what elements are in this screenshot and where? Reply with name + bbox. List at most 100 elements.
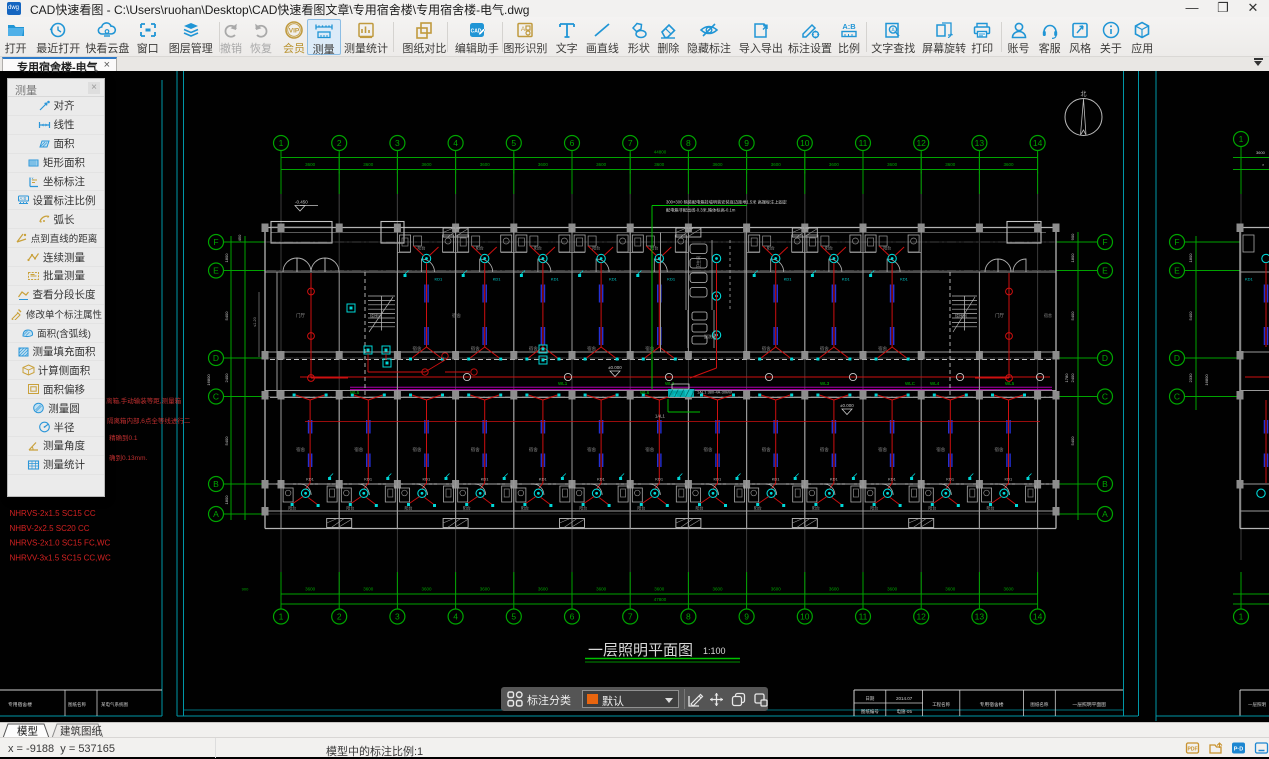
svg-text:3: 3 bbox=[395, 138, 400, 148]
svg-text:-0.450: -0.450 bbox=[295, 200, 308, 205]
svg-text:11: 11 bbox=[859, 138, 868, 148]
svg-text:7: 7 bbox=[628, 138, 633, 148]
svg-text:8: 8 bbox=[686, 138, 691, 148]
svg-text:5: 5 bbox=[511, 138, 516, 148]
svg-text:4: 4 bbox=[453, 138, 458, 148]
svg-text:VIP: VIP bbox=[289, 28, 300, 35]
svg-text:P·D: P·D bbox=[1234, 747, 1244, 753]
svg-text:1: 1 bbox=[279, 612, 284, 622]
svg-text:300×300 暗装配电箱挂墙明装安装底边距地1.5米 高端: 300×300 暗装配电箱挂墙明装安装底边距地1.5米 高端标注上固定 bbox=[666, 199, 787, 206]
svg-text:F: F bbox=[1174, 237, 1179, 247]
svg-text:3600: 3600 bbox=[596, 162, 607, 167]
svg-text:16800: 16800 bbox=[1204, 374, 1209, 386]
svg-text:3600: 3600 bbox=[1003, 587, 1014, 592]
svg-text:5400: 5400 bbox=[1070, 311, 1075, 321]
svg-text:楼梯间: 楼梯间 bbox=[955, 312, 967, 318]
svg-text:5400: 5400 bbox=[224, 311, 229, 321]
svg-text:5400: 5400 bbox=[1188, 311, 1193, 321]
svg-text:3600: 3600 bbox=[596, 587, 607, 592]
svg-text:×: × bbox=[1262, 162, 1265, 167]
svg-text:E: E bbox=[1102, 266, 1108, 276]
svg-text:x: x bbox=[32, 176, 34, 181]
svg-text:图纸名称: 图纸名称 bbox=[68, 701, 86, 708]
svg-text:门厅: 门厅 bbox=[296, 312, 305, 319]
svg-text:3600: 3600 bbox=[654, 162, 665, 167]
svg-text:3600: 3600 bbox=[887, 587, 898, 592]
svg-text:北: 北 bbox=[1080, 90, 1086, 98]
svg-text:10: 10 bbox=[800, 612, 810, 622]
svg-text:离箱,手动输装等距,测量箱: 离箱,手动输装等距,测量箱 bbox=[106, 396, 182, 405]
svg-text:3600: 3600 bbox=[1003, 162, 1014, 167]
svg-text:电施-05: 电施-05 bbox=[896, 708, 912, 715]
svg-text:3600: 3600 bbox=[1256, 150, 1266, 155]
svg-text:11: 11 bbox=[859, 612, 868, 622]
svg-text:WLC: WLC bbox=[905, 381, 916, 386]
svg-text:NHRVV-3x1.5 SC15 CC,WC: NHRVV-3x1.5 SC15 CC,WC bbox=[10, 553, 111, 562]
svg-text:2330: 2330 bbox=[1188, 373, 1193, 383]
svg-text:±0.000: ±0.000 bbox=[608, 365, 622, 370]
svg-text:9: 9 bbox=[744, 612, 749, 622]
svg-text:9: 9 bbox=[744, 138, 749, 148]
svg-text:2: 2 bbox=[337, 138, 342, 148]
svg-text:WL4: WL4 bbox=[930, 381, 940, 386]
svg-text:13: 13 bbox=[975, 612, 985, 622]
svg-text:A: A bbox=[213, 509, 219, 519]
svg-text:楼梯间: 楼梯间 bbox=[370, 312, 382, 318]
svg-text:专用宿舍楼: 专用宿舍楼 bbox=[980, 701, 1004, 708]
svg-text:图纸名称: 图纸名称 bbox=[1030, 701, 1048, 708]
svg-text:3600: 3600 bbox=[421, 587, 432, 592]
svg-text:6: 6 bbox=[570, 612, 575, 622]
svg-text:1800: 1800 bbox=[1070, 253, 1075, 263]
svg-text:3600: 3600 bbox=[887, 162, 898, 167]
svg-text:建筑图纸: 建筑图纸 bbox=[60, 725, 102, 738]
svg-text:10: 10 bbox=[800, 138, 810, 148]
svg-text:WL2: WL2 bbox=[665, 381, 675, 386]
svg-text:900: 900 bbox=[242, 587, 249, 592]
svg-text:3600: 3600 bbox=[945, 587, 956, 592]
svg-text:一层照明平面图: 一层照明平面图 bbox=[588, 642, 693, 659]
svg-text:专用宿舍楼: 专用宿舍楼 bbox=[8, 701, 32, 708]
svg-text:KD1: KD1 bbox=[1245, 277, 1254, 282]
svg-text:3600: 3600 bbox=[305, 162, 316, 167]
svg-text:模型: 模型 bbox=[17, 725, 38, 738]
svg-text:1: 1 bbox=[279, 138, 284, 148]
svg-text:C: C bbox=[1174, 392, 1180, 402]
svg-text:2014.07: 2014.07 bbox=[896, 696, 913, 701]
svg-text:精确到0.1: 精确到0.1 bbox=[109, 433, 138, 442]
svg-text:D: D bbox=[213, 353, 219, 363]
svg-text:NHRVS-2x1.0 SC15 FC,WC: NHRVS-2x1.0 SC15 FC,WC bbox=[10, 539, 111, 548]
svg-text:NHRVS-2x1.5 SC15 CC: NHRVS-2x1.5 SC15 CC bbox=[10, 509, 96, 518]
svg-text:宿舍: 宿舍 bbox=[452, 312, 461, 319]
svg-text:A:B: A:B bbox=[19, 196, 26, 201]
svg-text:5: 5 bbox=[511, 612, 516, 622]
svg-text:900: 900 bbox=[1070, 233, 1075, 240]
svg-text:D: D bbox=[1102, 353, 1108, 363]
svg-text:宿舍: 宿舍 bbox=[1044, 312, 1052, 318]
svg-text:3600: 3600 bbox=[712, 587, 723, 592]
svg-text:1800: 1800 bbox=[224, 495, 229, 505]
svg-text:WL3: WL3 bbox=[820, 381, 830, 386]
svg-text:3: 3 bbox=[395, 612, 400, 622]
svg-text:450: 450 bbox=[237, 234, 242, 241]
svg-text:B: B bbox=[1102, 479, 1108, 489]
svg-text:3600: 3600 bbox=[363, 162, 374, 167]
svg-text:8: 8 bbox=[686, 612, 691, 622]
svg-text:C: C bbox=[1102, 392, 1108, 402]
svg-text:某电气系统图: 某电气系统图 bbox=[101, 701, 128, 708]
svg-text:12: 12 bbox=[916, 138, 926, 148]
svg-text:1800: 1800 bbox=[224, 253, 229, 263]
svg-text:A: A bbox=[1102, 509, 1108, 519]
svg-text:3600: 3600 bbox=[945, 162, 956, 167]
svg-text:盥洗间: 盥洗间 bbox=[704, 333, 716, 339]
svg-text:工程名称: 工程名称 bbox=[932, 701, 950, 708]
svg-text:44800: 44800 bbox=[654, 150, 667, 155]
svg-text:配电箱非配出线-0.3米,箱体标高-0.1m: 配电箱非配出线-0.3米,箱体标高-0.1m bbox=[666, 207, 736, 214]
svg-text:2400: 2400 bbox=[1070, 373, 1075, 383]
svg-text:3600: 3600 bbox=[538, 587, 549, 592]
svg-text:A:B: A:B bbox=[842, 22, 856, 31]
svg-text:3600: 3600 bbox=[654, 587, 665, 592]
svg-text:1AL1 380-4A-30kW: 1AL1 380-4A-30kW bbox=[697, 390, 732, 395]
svg-text:C: C bbox=[213, 392, 219, 402]
svg-text:2: 2 bbox=[337, 612, 342, 622]
svg-text:14: 14 bbox=[1033, 612, 1043, 622]
